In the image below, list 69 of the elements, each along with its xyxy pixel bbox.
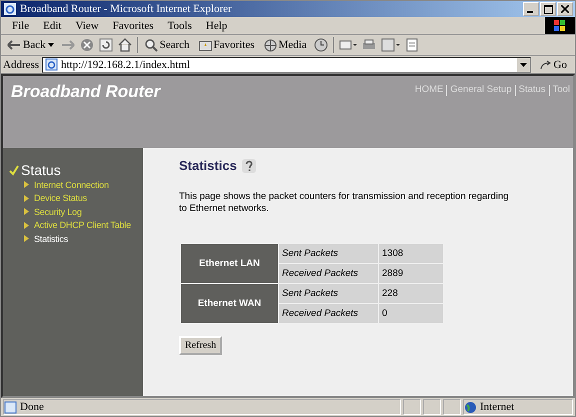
checkmark-icon	[9, 164, 19, 176]
label-cell: Received Packets	[279, 304, 378, 323]
menu-item[interactable]: Edit	[36, 20, 68, 32]
status-pane	[423, 399, 441, 415]
caret-icon	[48, 43, 54, 47]
stop-icon[interactable]	[80, 38, 94, 52]
value-cell: 228	[379, 284, 443, 303]
browser-icon	[3, 2, 17, 16]
bullet-icon	[24, 194, 29, 202]
sidebar-link[interactable]: Active DHCP Client Table	[34, 220, 131, 230]
back-arrow-icon	[7, 40, 21, 50]
label-cell: Received Packets	[279, 264, 378, 283]
label-cell: Sent Packets	[279, 244, 378, 263]
close-button[interactable]	[557, 2, 573, 16]
minimize-button[interactable]	[523, 2, 539, 16]
menu-item[interactable]: Favorites	[106, 20, 161, 32]
address-field[interactable]: http://192.168.2.1/index.html	[42, 56, 531, 72]
history-icon[interactable]	[314, 38, 328, 52]
description: This page shows the packet counters for transmission and reception regarding to Ethernet networks.	[179, 191, 510, 215]
printer-icon[interactable]	[362, 38, 376, 52]
value-cell: 0	[379, 304, 443, 323]
bullet-icon	[24, 235, 29, 242]
status-text: Done	[20, 401, 44, 413]
sidebar-link[interactable]: Device Status	[34, 193, 87, 204]
search-button[interactable]: Search	[142, 38, 192, 52]
back-button[interactable]: Back	[5, 39, 56, 51]
zone-text: Internet	[480, 401, 514, 413]
bullet-icon	[24, 208, 29, 216]
windows-flag-icon	[554, 20, 566, 32]
menu-item[interactable]: Help	[198, 20, 234, 32]
address-label: Address	[3, 58, 39, 70]
page-icon	[4, 400, 17, 414]
sidebar-link[interactable]: Statistics	[34, 234, 68, 244]
maximize-icon	[544, 4, 552, 14]
search-icon	[144, 38, 158, 52]
value-cell: 1308	[379, 244, 443, 263]
refresh-icon[interactable]	[98, 38, 113, 52]
page-title: Statistics	[179, 158, 237, 173]
menu-item[interactable]: View	[68, 20, 106, 32]
brand-title: Broadband Router	[11, 82, 160, 102]
status-pane	[403, 399, 421, 415]
go-button[interactable]: Go	[534, 58, 573, 70]
group-header-cell: Ethernet LAN	[181, 244, 278, 283]
menu-item[interactable]: Tools	[160, 20, 199, 32]
sidebar-link[interactable]: Internet Connection	[34, 180, 109, 190]
menu-item[interactable]: File	[5, 20, 36, 32]
close-icon	[561, 5, 569, 13]
value-cell: 2889	[379, 264, 443, 283]
globe-icon	[464, 400, 477, 414]
bullet-icon	[24, 222, 29, 229]
window-title: Broadband Router - Microsoft Internet Explorer	[20, 3, 233, 15]
sidebar-link[interactable]: Security Log	[34, 206, 82, 217]
group-header-cell: Ethernet WAN	[181, 284, 278, 323]
home-icon[interactable]	[118, 38, 132, 52]
page-icon	[45, 58, 58, 71]
caret-icon	[520, 62, 527, 66]
help-icon[interactable]	[242, 158, 256, 172]
maximize-button[interactable]	[540, 2, 556, 16]
refresh-button[interactable]: Refresh	[179, 336, 222, 355]
label-cell: Sent Packets	[279, 284, 378, 303]
globe-icon	[264, 38, 276, 52]
dropdown-button[interactable]	[516, 58, 530, 72]
bullet-icon	[24, 181, 29, 188]
favorites-button[interactable]: Favorites	[196, 39, 256, 51]
status-pane	[443, 399, 461, 415]
arrow-icon	[540, 60, 552, 70]
document-icon[interactable]	[406, 38, 418, 52]
section-title: Status	[21, 162, 61, 178]
media-button[interactable]: Media	[262, 38, 309, 52]
